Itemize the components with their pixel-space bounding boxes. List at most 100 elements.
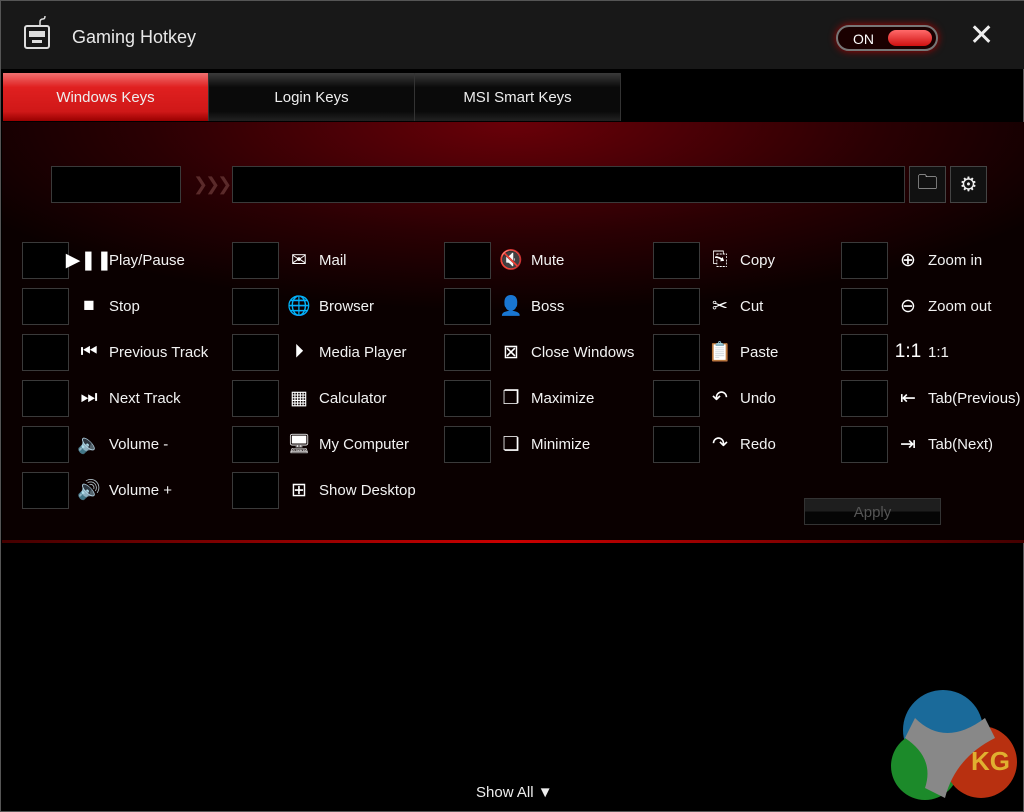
hotkey-box[interactable] [232,242,279,279]
hotkey-label: Next Track [109,390,181,407]
hotkey-label: Tab(Previous) [928,390,1021,407]
toggle-knob [888,30,932,46]
hotkey-label: Cut [740,298,764,315]
tab-msi-smart-keys[interactable]: MSI Smart Keys [415,73,621,121]
hotkey-box[interactable] [841,380,888,417]
hotkey-label: Show Desktop [319,482,416,499]
undo-icon: ↶ [712,387,728,409]
zoom-in-icon: ⊕ [900,249,916,271]
hotkey-box[interactable] [841,426,888,463]
hotkey-box[interactable] [841,288,888,325]
close-icon[interactable]: ✕ [969,21,994,51]
hotkey-box[interactable] [444,426,491,463]
tab-bar: Windows Keys Login Keys MSI Smart Keys [3,73,621,121]
hotkey-label: Minimize [531,436,591,453]
hotkey-label: Volume + [109,482,172,499]
arrows-icon: ❯❯❯ [193,174,232,194]
hotkey-box[interactable] [653,242,700,279]
hotkey-input[interactable] [51,166,181,203]
hotkey-label: Maximize [531,390,595,407]
hotkey-box[interactable] [232,334,279,371]
hotkey-box[interactable] [22,242,69,279]
hotkey-label: Previous Track [109,344,209,361]
hotkey-label: Close Windows [531,344,635,361]
hotkey-label: Stop [109,298,140,315]
minimize-icon: ❏ [502,433,520,455]
hotkey-label: Browser [319,298,375,315]
svg-text:KG: KG [971,746,1010,776]
hotkey-label: Boss [531,298,565,315]
hotkey-label: Tab(Next) [928,436,994,453]
app-settings-icon[interactable]: ⚙ [950,166,987,203]
hotkey-box[interactable] [22,426,69,463]
hotkey-label: Undo [740,390,776,407]
on-off-toggle[interactable]: ON [836,25,938,51]
hotkey-box[interactable] [653,288,700,325]
hotkey-label: Media Player [319,344,407,361]
folder-icon[interactable]: 🗀 [909,166,946,203]
hotkey-box[interactable] [444,288,491,325]
media-player-icon: ⏵ [294,341,304,362]
hotkey-label: Mute [531,252,565,269]
mail-icon: ✉ [291,249,307,271]
tab-login-keys[interactable]: Login Keys [209,73,415,121]
action-path-input[interactable] [232,166,905,203]
show-all-button[interactable]: Show All ▼ [476,784,553,801]
hotkey-box[interactable] [653,380,700,417]
boss-icon: 👤 [499,296,523,317]
copy-icon: ⎘ [712,249,728,270]
hotkey-box[interactable] [444,242,491,279]
apply-button[interactable]: Apply [804,498,941,525]
hotkey-label: Mail [319,252,347,269]
zoom-out-icon: ⊖ [900,295,916,317]
gaming-hotkey-window: Gaming Hotkey ON ✕ Windows Keys Login Ke… [0,0,1024,812]
hotkey-box[interactable] [232,288,279,325]
redo-icon: ↷ [712,433,728,455]
hotkey-label: Play/Pause [109,252,185,269]
play-pause-icon: ▶❚❚ [65,249,113,271]
stop-icon: ■ [83,295,95,316]
hotkey-box[interactable] [22,380,69,417]
hotkey-box[interactable] [653,426,700,463]
hotkey-label: Zoom in [928,252,983,269]
toggle-label: ON [853,31,874,47]
volume-icon: 🔈 [77,434,101,455]
hotkey-label: Copy [740,252,776,269]
hotkey-label: Zoom out [928,298,992,315]
hotkey-box[interactable] [232,380,279,417]
title-bar: Gaming Hotkey ON ✕ [1,1,1024,69]
hotkey-box[interactable] [22,472,69,509]
hotkey-box[interactable] [444,380,491,417]
hotkey-box[interactable] [841,334,888,371]
tab-previous-icon: ⇤ [900,387,916,409]
volume-icon: 🔊 [77,480,101,501]
mute-icon: 🔇 [499,250,523,271]
hotkey-box[interactable] [232,426,279,463]
maximize-icon: ❐ [502,387,520,409]
tab-windows-keys[interactable]: Windows Keys [3,73,209,121]
hotkey-box[interactable] [22,288,69,325]
hotkey-label: Calculator [319,390,387,407]
hotkey-box[interactable] [653,334,700,371]
hotkey-label: Redo [740,436,776,453]
1-1-icon: 1:1 [894,341,922,362]
hotkey-label: Paste [740,344,779,361]
keyboard-icon [24,16,50,49]
kg-logo: KG [891,690,1017,800]
cut-icon: ✂ [712,295,728,317]
hotkey-label: My Computer [319,436,410,453]
browser-icon: 🌐 [287,296,311,317]
previous-track-icon: ⏮ [80,341,98,362]
paste-icon: 📋 [708,342,732,363]
hotkey-box[interactable] [22,334,69,371]
window-title: Gaming Hotkey [72,27,197,47]
my-computer-icon: 🖥 [286,434,312,455]
hotkey-box[interactable] [444,334,491,371]
close-windows-icon: ⊠ [503,341,519,363]
hotkey-box[interactable] [841,242,888,279]
next-track-icon: ⏭ [80,387,98,408]
hotkey-label: Volume - [109,436,169,453]
hotkey-label: 1:1 [928,344,949,361]
divider [2,540,1024,543]
hotkey-box[interactable] [232,472,279,509]
